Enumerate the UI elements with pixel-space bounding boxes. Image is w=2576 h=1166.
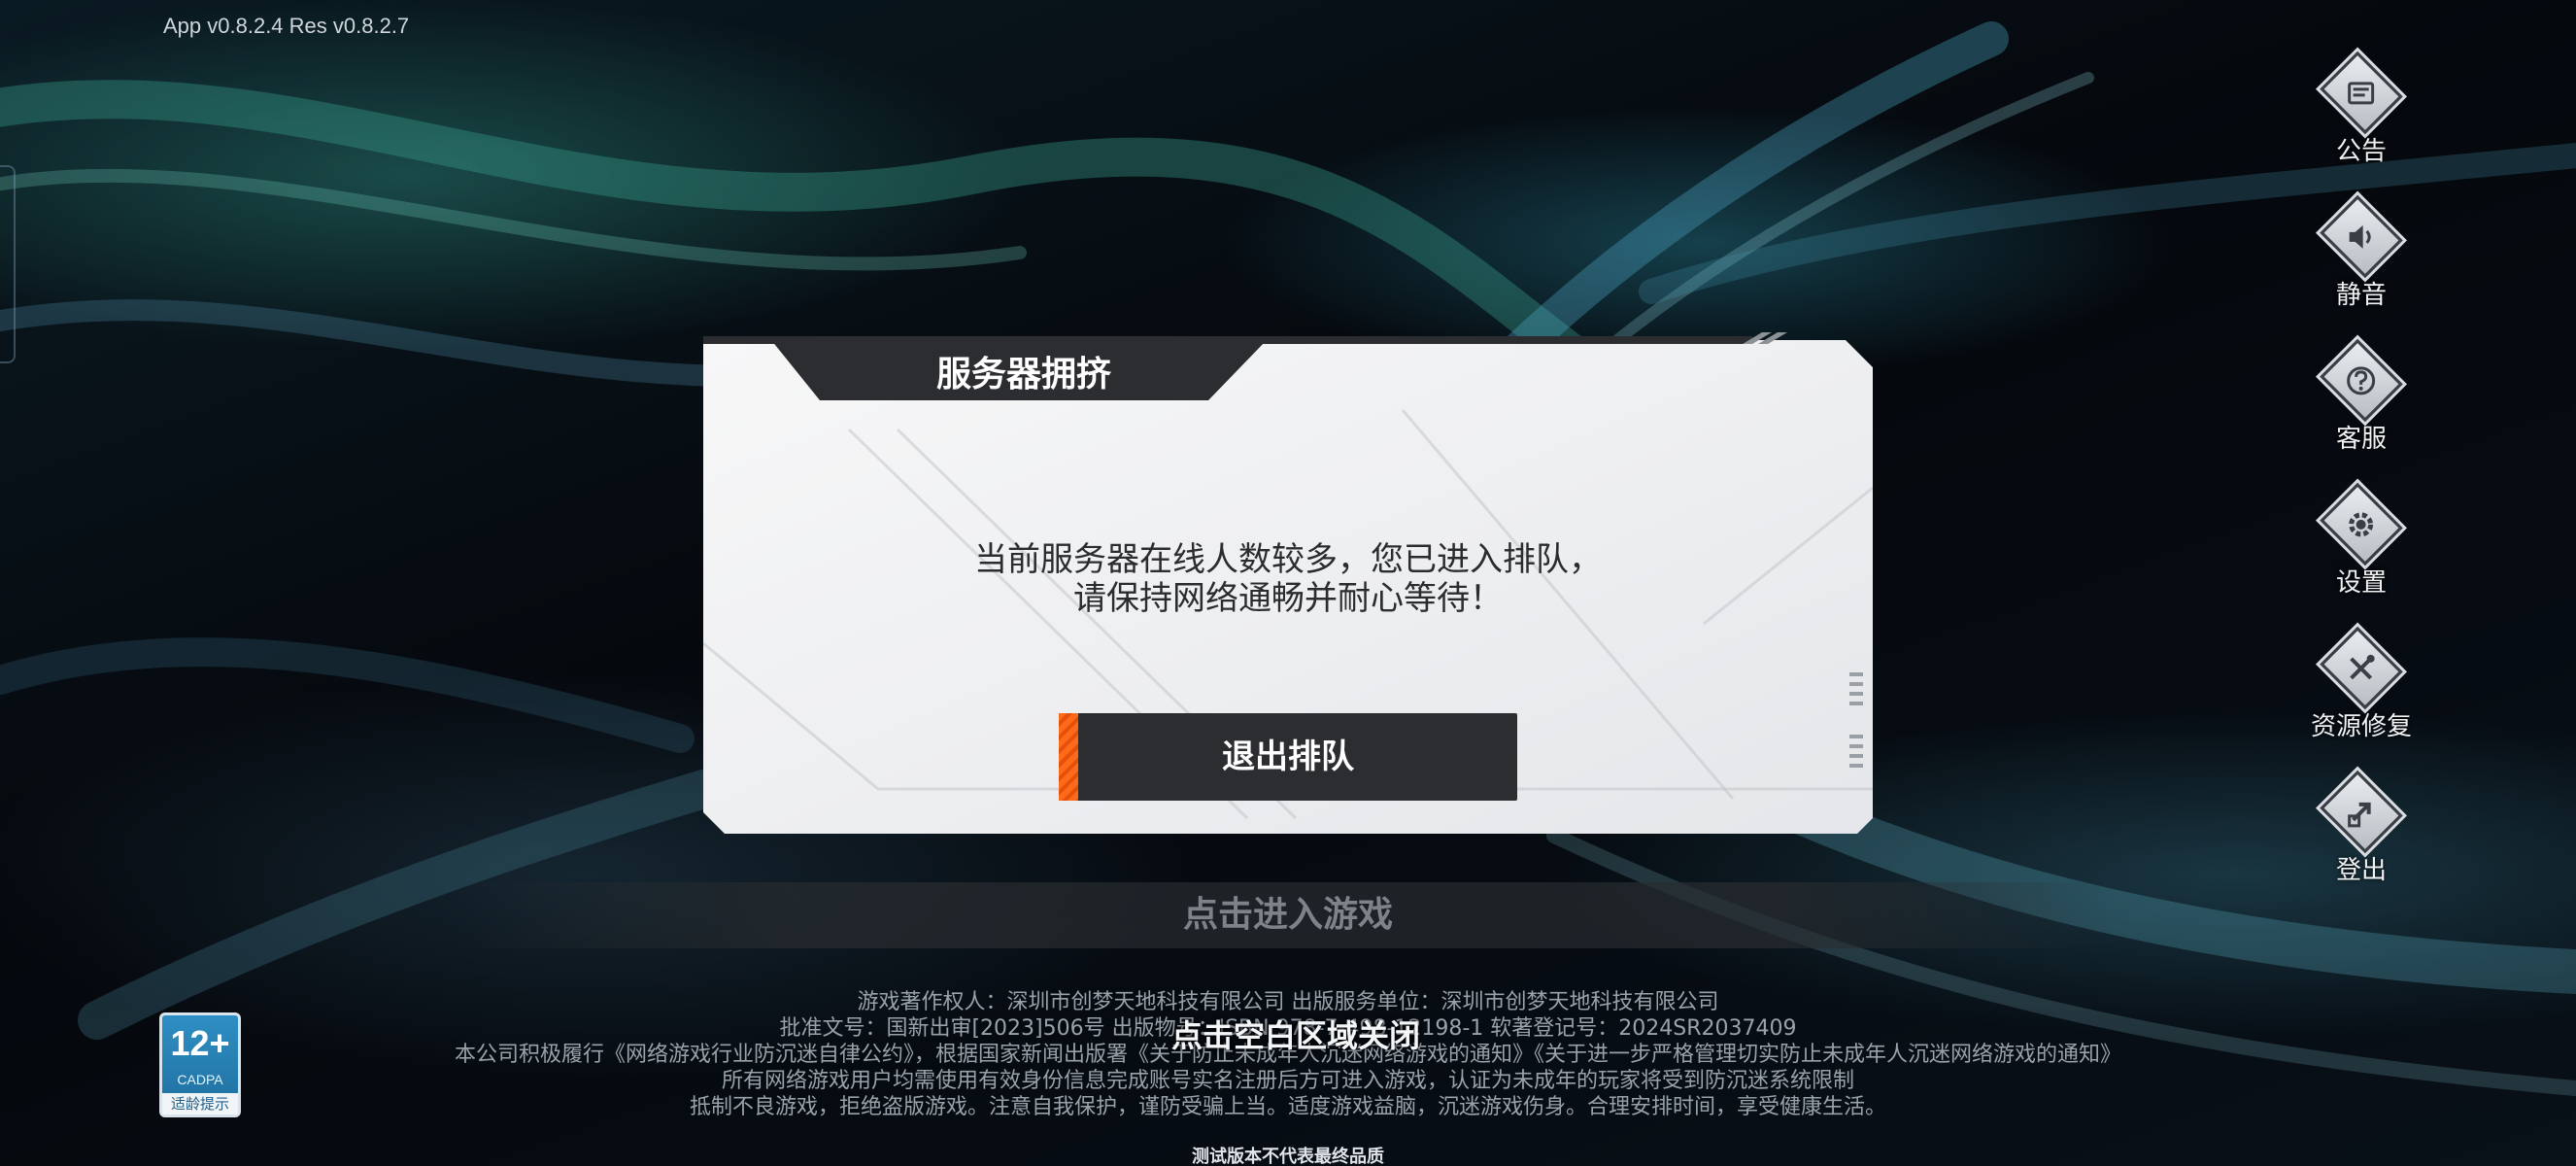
grip-icon	[1849, 672, 1863, 707]
exit-queue-label: 退出排队	[1222, 737, 1354, 776]
speaker-icon	[2316, 190, 2407, 283]
server-busy-dialog: 服务器拥挤 当前服务器在线人数较多，您已进入排队， 请保持网络通畅并耐心等待！ …	[703, 332, 1873, 834]
version-label: App v0.8.2.4 Res v0.8.2.7	[163, 14, 410, 38]
age-rating-hint: 适龄提示	[162, 1093, 238, 1115]
age-rating-value: 12+	[170, 1023, 230, 1063]
dialog-message-line: 当前服务器在线人数较多，您已进入排队，	[974, 540, 1602, 579]
dialog-message-line: 请保持网络通畅并耐心等待！	[1073, 579, 1503, 618]
resource-repair-label: 资源修复	[2310, 712, 2412, 741]
settings-label: 设置	[2335, 568, 2387, 598]
customer-service-label: 客服	[2335, 425, 2387, 454]
customer-service-button[interactable]: 客服	[2302, 334, 2421, 455]
dialog-title: 服务器拥挤	[935, 355, 1111, 394]
dialog-message: 当前服务器在线人数较多，您已进入排队， 请保持网络通畅并耐心等待！	[703, 540, 1873, 618]
age-rating-org: CADPA	[177, 1072, 223, 1087]
logout-button[interactable]: 登出	[2302, 766, 2421, 886]
resource-repair-button[interactable]: 资源修复	[2302, 622, 2421, 742]
enter-game-button[interactable]: 点击进入游戏	[460, 882, 2116, 948]
mute-label: 静音	[2335, 281, 2387, 310]
mute-button[interactable]: 静音	[2302, 190, 2421, 311]
footer-line: 所有网络游戏用户均需使用有效身份信息完成账号实名注册后方可进入游戏，认证为未成年…	[721, 1069, 1854, 1093]
grip-icon	[1849, 735, 1863, 770]
test-version-note: 测试版本不代表最终品质	[1192, 1147, 1384, 1166]
question-icon	[2316, 334, 2407, 427]
side-drawer-handle[interactable]	[0, 165, 16, 363]
announcement-button[interactable]: 公告	[2302, 47, 2421, 167]
logout-icon	[2316, 766, 2407, 858]
age-rating-badge[interactable]: 12+ CADPA 适龄提示	[159, 1012, 241, 1117]
announcement-icon	[2316, 47, 2407, 139]
settings-button[interactable]: 设置	[2302, 478, 2421, 599]
logout-label: 登出	[2335, 856, 2387, 885]
footer-line: 抵制不良游戏，拒绝盗版游戏。注意自我保护，谨防受骗上当。适度游戏益脑，沉迷游戏伤…	[689, 1095, 1886, 1119]
tap-blank-to-close-hint: 点击空白区域关闭	[1171, 1017, 1421, 1054]
exit-queue-button[interactable]: 退出排队	[1059, 713, 1517, 801]
tools-icon	[2316, 622, 2407, 714]
announcement-label: 公告	[2335, 137, 2387, 166]
gear-icon	[2316, 478, 2407, 570]
game-login-screen[interactable]: App v0.8.2.4 Res v0.8.2.7 公告 静音 客服 设置 资源…	[0, 0, 2576, 1166]
